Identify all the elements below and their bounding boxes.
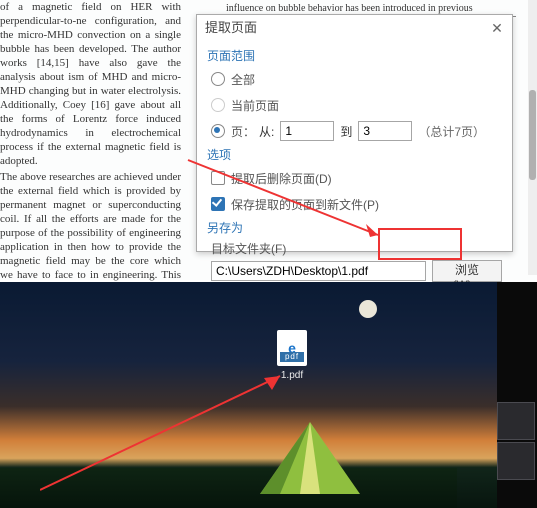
close-icon[interactable]: ✕	[490, 21, 504, 35]
taskbar-right	[497, 282, 537, 508]
document-left-column: of a magnetic field on HER with perpendi…	[0, 0, 185, 275]
taskbar-tile[interactable]	[497, 402, 535, 440]
extract-pages-dialog: 提取页面 ✕ 页面范围 全部 当前页面 页： 从: 到	[196, 14, 513, 252]
pdf-file-icon: e pdf	[277, 330, 307, 366]
checkbox-icon[interactable]	[211, 197, 225, 211]
desktop-file[interactable]: e pdf 1.pdf	[272, 330, 312, 381]
radio-icon[interactable]	[211, 124, 225, 138]
pdf-band: pdf	[280, 352, 304, 362]
row-folder-label: 目标文件夹(F)	[211, 240, 502, 256]
checkbox-icon[interactable]	[211, 171, 225, 185]
row-save-new[interactable]: 保存提取的页面到新文件(P)	[211, 193, 502, 215]
browse-button[interactable]: 浏览(W)...	[432, 260, 502, 282]
to-input[interactable]	[358, 121, 412, 141]
moon-icon	[359, 300, 377, 318]
radio-icon	[211, 98, 225, 112]
path-input[interactable]	[211, 261, 426, 281]
row-delete-after[interactable]: 提取后删除页面(D)	[211, 167, 502, 189]
row-all[interactable]: 全部	[211, 68, 502, 90]
from-label: 从:	[259, 123, 274, 140]
opt-current-label: 当前页面	[231, 97, 279, 114]
top-panel: of a magnetic field on HER with perpendi…	[0, 0, 537, 280]
section-options: 选项	[207, 146, 502, 163]
folder-label: 目标文件夹(F)	[211, 240, 286, 257]
opt-all-label: 全部	[231, 71, 255, 88]
from-input[interactable]	[280, 121, 334, 141]
scrollbar[interactable]	[528, 0, 537, 275]
row-path: 浏览(W)...	[211, 260, 502, 282]
opt-delete-label: 提取后删除页面(D)	[231, 170, 332, 187]
page-range-inputs: 从: 到 （总计7页）	[259, 121, 485, 141]
opt-pages-label: 页：	[231, 123, 255, 140]
section-saveas: 另存为	[207, 219, 502, 236]
row-pages[interactable]: 页： 从: 到 （总计7页）	[211, 120, 502, 142]
bottom-panel: e pdf 1.pdf	[0, 282, 537, 508]
radio-icon[interactable]	[211, 72, 225, 86]
taskbar-tile[interactable]	[497, 442, 535, 480]
dialog-title: 提取页面	[205, 15, 257, 41]
opt-newfile-label: 保存提取的页面到新文件(P)	[231, 196, 379, 213]
row-current: 当前页面	[211, 94, 502, 116]
to-label: 到	[340, 123, 352, 140]
file-label: 1.pdf	[272, 370, 312, 381]
dialog-titlebar: 提取页面 ✕	[197, 15, 512, 41]
doc-paragraph-1: of a magnetic field on HER with perpendi…	[0, 0, 181, 168]
section-page-range: 页面范围	[207, 47, 502, 64]
ground	[0, 468, 457, 508]
wallpaper: e pdf 1.pdf	[0, 282, 497, 508]
scrollbar-thumb[interactable]	[529, 90, 536, 180]
tent	[250, 418, 370, 498]
dialog-body: 页面范围 全部 当前页面 页： 从: 到 （总计7页）	[197, 41, 512, 318]
total-pages: （总计7页）	[418, 123, 485, 140]
